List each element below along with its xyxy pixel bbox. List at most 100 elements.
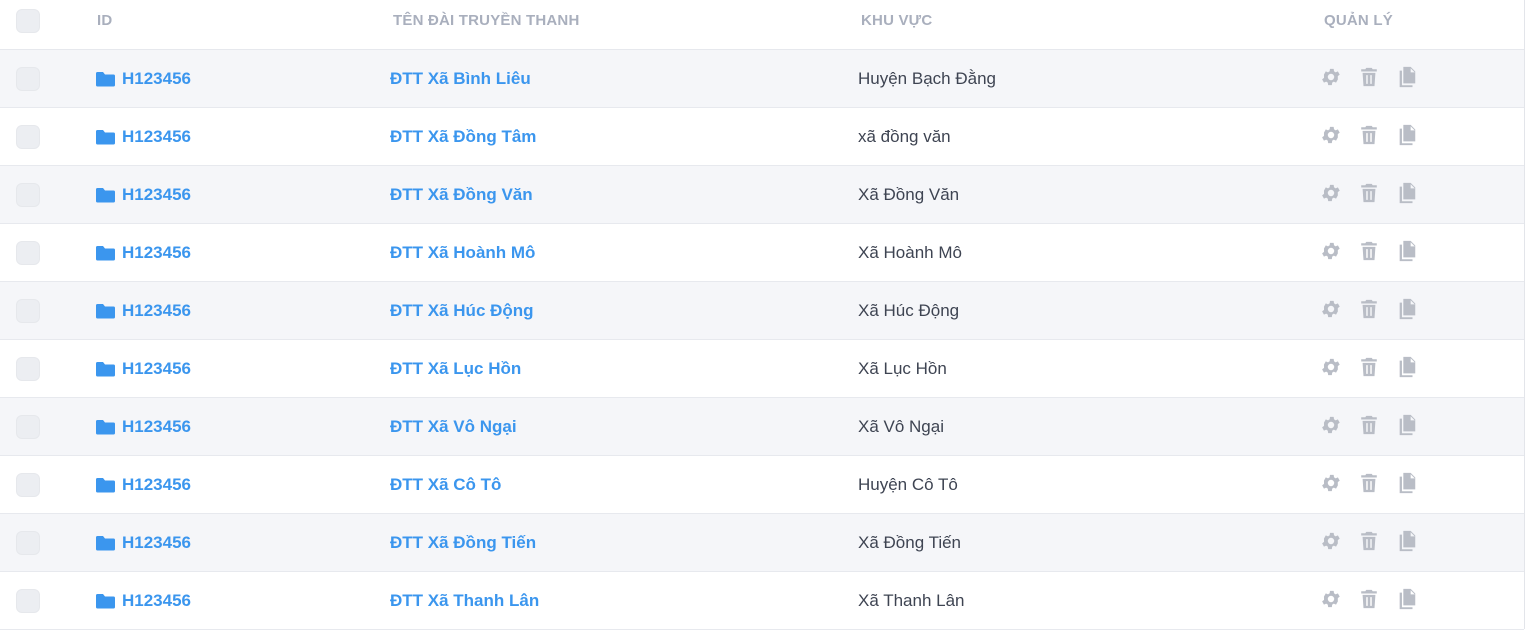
row-actions <box>1320 239 1418 263</box>
gear-icon[interactable] <box>1320 355 1342 379</box>
row-station-name[interactable]: ĐTT Xã Cô Tô <box>390 475 501 495</box>
copy-icon[interactable] <box>1396 65 1418 89</box>
trash-icon[interactable] <box>1358 123 1380 147</box>
row-checkbox[interactable] <box>16 357 40 381</box>
row-id-link[interactable]: H123456 <box>95 69 191 89</box>
folder-icon <box>95 361 116 377</box>
row-station-name[interactable]: ĐTT Xã Đồng Tiến <box>390 533 536 553</box>
row-checkbox[interactable] <box>16 415 40 439</box>
row-id-link[interactable]: H123456 <box>95 533 191 553</box>
copy-icon[interactable] <box>1396 413 1418 437</box>
gear-icon[interactable] <box>1320 123 1342 147</box>
row-station-name[interactable]: ĐTT Xã Vô Ngại <box>390 417 517 437</box>
row-actions <box>1320 587 1418 611</box>
row-id: H123456 <box>122 185 192 204</box>
header-station-name: TÊN ĐÀI TRUYỀN THANH <box>393 12 580 29</box>
row-actions <box>1320 123 1418 147</box>
row-checkbox[interactable] <box>16 125 40 149</box>
stations-table: ID TÊN ĐÀI TRUYỀN THANH KHU VỰC QUẢN LÝ … <box>0 0 1525 630</box>
row-station-name[interactable]: ĐTT Xã Húc Động <box>390 301 534 321</box>
row-area: Xã Đồng Văn <box>858 185 960 204</box>
trash-icon[interactable] <box>1358 65 1380 89</box>
gear-icon[interactable] <box>1320 297 1342 321</box>
trash-icon[interactable] <box>1358 471 1380 495</box>
gear-icon[interactable] <box>1320 471 1342 495</box>
copy-icon[interactable] <box>1396 355 1418 379</box>
gear-icon[interactable] <box>1320 65 1342 89</box>
row-checkbox[interactable] <box>16 299 40 323</box>
trash-icon[interactable] <box>1358 297 1380 321</box>
folder-icon <box>95 535 116 551</box>
table-header: ID TÊN ĐÀI TRUYỀN THANH KHU VỰC QUẢN LÝ <box>0 0 1524 50</box>
folder-icon <box>95 477 116 493</box>
row-id: H123456 <box>122 591 192 610</box>
row-checkbox[interactable] <box>16 67 40 91</box>
row-id: H123456 <box>122 533 192 552</box>
row-station-name[interactable]: ĐTT Xã Đồng Tâm <box>390 127 536 147</box>
copy-icon[interactable] <box>1396 471 1418 495</box>
row-area: Xã Vô Ngại <box>858 417 944 436</box>
row-id-link[interactable]: H123456 <box>95 417 191 437</box>
folder-icon <box>95 187 116 203</box>
copy-icon[interactable] <box>1396 297 1418 321</box>
row-checkbox[interactable] <box>16 241 40 265</box>
row-id: H123456 <box>122 475 192 494</box>
copy-icon[interactable] <box>1396 587 1418 611</box>
row-station-name[interactable]: ĐTT Xã Đồng Văn <box>390 185 533 205</box>
trash-icon[interactable] <box>1358 587 1380 611</box>
header-area: KHU VỰC <box>861 12 933 29</box>
folder-icon <box>95 71 116 87</box>
row-station-name[interactable]: ĐTT Xã Bình Liêu <box>390 69 531 89</box>
table-row: H123456 ĐTT Xã Hoành Mô Xã Hoành Mô <box>0 224 1524 282</box>
gear-icon[interactable] <box>1320 181 1342 205</box>
select-all-checkbox[interactable] <box>16 9 40 33</box>
table-row: H123456 ĐTT Xã Húc Động Xã Húc Động <box>0 282 1524 340</box>
trash-icon[interactable] <box>1358 239 1380 263</box>
row-actions <box>1320 355 1418 379</box>
trash-icon[interactable] <box>1358 529 1380 553</box>
copy-icon[interactable] <box>1396 181 1418 205</box>
row-area: Huyện Cô Tô <box>858 475 958 494</box>
row-checkbox[interactable] <box>16 473 40 497</box>
row-area: Xã Húc Động <box>858 301 960 320</box>
row-id-link[interactable]: H123456 <box>95 243 191 263</box>
folder-icon <box>95 419 116 435</box>
trash-icon[interactable] <box>1358 413 1380 437</box>
gear-icon[interactable] <box>1320 587 1342 611</box>
row-id: H123456 <box>122 243 192 262</box>
row-id-link[interactable]: H123456 <box>95 127 191 147</box>
row-actions <box>1320 471 1418 495</box>
table-row: H123456 ĐTT Xã Bình Liêu Huyện Bạch Đằng <box>0 50 1524 108</box>
row-checkbox[interactable] <box>16 531 40 555</box>
row-id-link[interactable]: H123456 <box>95 591 191 611</box>
table-row: H123456 ĐTT Xã Đồng Văn Xã Đồng Văn <box>0 166 1524 224</box>
row-actions <box>1320 529 1418 553</box>
row-checkbox[interactable] <box>16 589 40 613</box>
row-station-name[interactable]: ĐTT Xã Thanh Lân <box>390 591 539 611</box>
row-id-link[interactable]: H123456 <box>95 359 191 379</box>
folder-icon <box>95 245 116 261</box>
table-row: H123456 ĐTT Xã Thanh Lân Xã Thanh Lân <box>0 572 1524 630</box>
row-checkbox[interactable] <box>16 183 40 207</box>
row-id: H123456 <box>122 301 192 320</box>
row-id-link[interactable]: H123456 <box>95 185 191 205</box>
table-row: H123456 ĐTT Xã Đồng Tiến Xã Đồng Tiến <box>0 514 1524 572</box>
gear-icon[interactable] <box>1320 529 1342 553</box>
folder-icon <box>95 129 116 145</box>
copy-icon[interactable] <box>1396 239 1418 263</box>
header-manage: QUẢN LÝ <box>1324 12 1393 29</box>
row-area: Xã Lục Hồn <box>858 359 947 378</box>
gear-icon[interactable] <box>1320 413 1342 437</box>
trash-icon[interactable] <box>1358 181 1380 205</box>
row-id-link[interactable]: H123456 <box>95 301 191 321</box>
row-station-name[interactable]: ĐTT Xã Hoành Mô <box>390 243 535 263</box>
row-id-link[interactable]: H123456 <box>95 475 191 495</box>
row-station-name[interactable]: ĐTT Xã Lục Hồn <box>390 359 521 379</box>
trash-icon[interactable] <box>1358 355 1380 379</box>
gear-icon[interactable] <box>1320 239 1342 263</box>
table-row: H123456 ĐTT Xã Vô Ngại Xã Vô Ngại <box>0 398 1524 456</box>
row-actions <box>1320 65 1418 89</box>
row-actions <box>1320 413 1418 437</box>
copy-icon[interactable] <box>1396 123 1418 147</box>
copy-icon[interactable] <box>1396 529 1418 553</box>
